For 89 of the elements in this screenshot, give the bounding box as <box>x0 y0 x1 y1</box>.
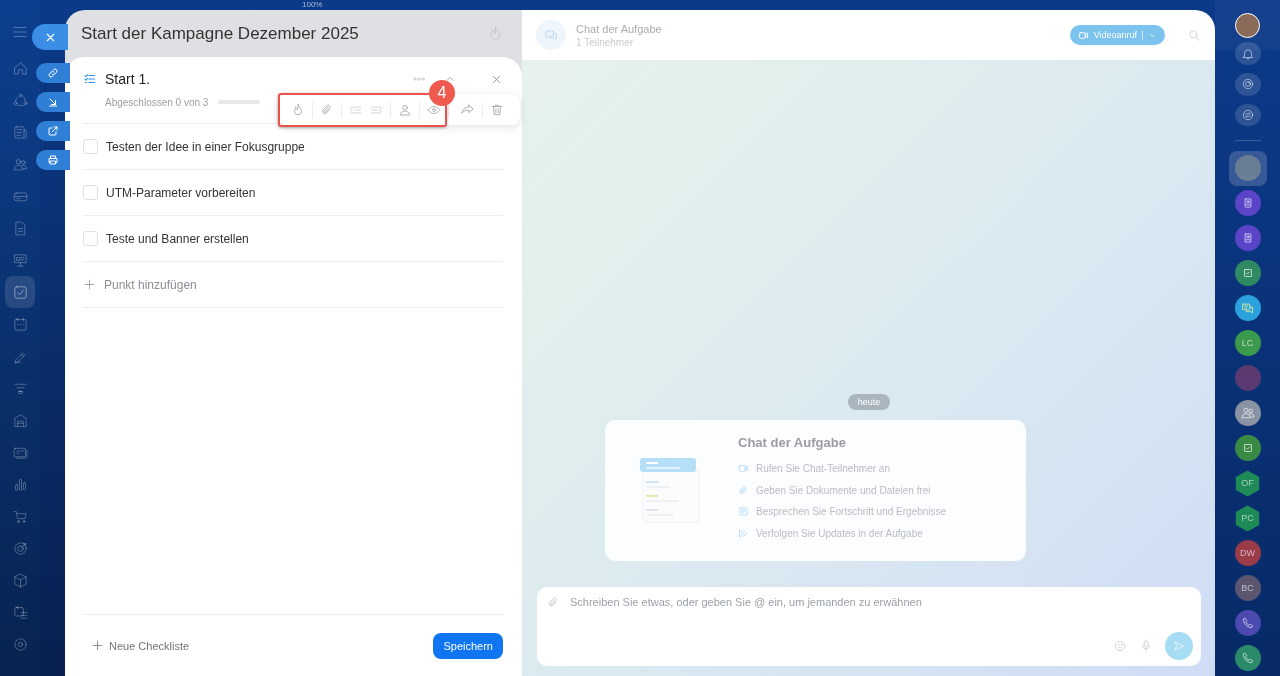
close-button[interactable] <box>32 24 68 50</box>
new-checklist-button[interactable]: Neue Checkliste <box>91 639 190 652</box>
add-item-link[interactable]: Punkt hinzufügen <box>104 277 197 292</box>
download-button[interactable] <box>36 92 70 112</box>
feature-text: Rufen Sie Chat-Teilnehmer an <box>756 463 890 475</box>
feature-text: Verfolgen Sie Updates in der Aufgabe <box>756 527 923 539</box>
chat-bubbles-icon <box>543 27 559 43</box>
link-icon <box>47 67 59 79</box>
video-call-button[interactable]: Videoanruf <box>1069 25 1165 45</box>
chat-avatar[interactable] <box>1234 295 1261 322</box>
task-checkbox-icon <box>11 283 29 301</box>
network-icon <box>11 91 29 109</box>
calendar-list-icon <box>11 603 29 621</box>
group-avatar[interactable] <box>1234 400 1261 427</box>
swap-icon[interactable] <box>1240 107 1255 122</box>
feature-text: Geben Sie Dokumente und Dateien frei <box>756 484 931 496</box>
checkbox[interactable] <box>83 231 98 246</box>
plus-icon <box>91 639 104 652</box>
double-chevron-icon <box>738 527 749 539</box>
paperclip-icon[interactable] <box>320 102 334 117</box>
warehouse-icon <box>11 411 29 429</box>
search-icon[interactable] <box>1187 28 1201 42</box>
phone-icon <box>1240 616 1255 631</box>
calendar-icon <box>11 315 29 333</box>
phone-icon <box>1240 651 1255 666</box>
settings-icon <box>11 635 29 653</box>
trash-icon[interactable] <box>490 102 504 117</box>
person-icon[interactable] <box>398 102 412 117</box>
checklist-item-text: Teste und Banner erstellen <box>106 231 249 246</box>
chat-avatar[interactable] <box>1234 190 1261 217</box>
initials-avatar[interactable]: PC <box>1234 505 1261 532</box>
initials-avatar[interactable]: OF <box>1234 470 1261 497</box>
note-icon <box>738 506 749 518</box>
home-icon <box>11 59 29 77</box>
open-external-button[interactable] <box>36 121 70 141</box>
box-icon <box>11 571 29 589</box>
newspaper-icon <box>11 123 29 141</box>
chat-list-item[interactable]: PC <box>1228 501 1267 536</box>
task-title: Start der Kampagne Dezember 2025 <box>81 23 359 44</box>
paperclip-icon <box>738 484 749 496</box>
initials-avatar[interactable]: DW <box>1234 540 1261 567</box>
microphone-icon[interactable] <box>1139 639 1153 653</box>
chat-list-item[interactable]: BC <box>1228 571 1267 606</box>
checklist-item-text: UTM-Parameter vorbereiten <box>106 185 256 200</box>
printer-icon <box>47 154 59 166</box>
feature-text: Besprechen Sie Fortschritt und Ergebnisse <box>756 506 947 518</box>
checklist-item-text: Testen der Idee in einer Fokusgruppe <box>106 139 305 154</box>
chat-list-item[interactable]: OF <box>1228 466 1267 501</box>
welcome-title: Chat der Aufgabe <box>738 435 847 450</box>
checkbox[interactable] <box>83 185 98 200</box>
link-button[interactable] <box>36 63 70 83</box>
chat-avatar[interactable] <box>1234 645 1261 672</box>
chat-avatar[interactable] <box>1234 260 1261 287</box>
zoom-label: 100% <box>302 0 323 9</box>
print-button[interactable] <box>36 150 70 170</box>
spiral-icon[interactable] <box>1240 77 1255 92</box>
target-icon <box>11 539 29 557</box>
chat-list-item[interactable]: LC <box>1228 326 1267 361</box>
step-badge: 4 <box>429 80 455 106</box>
chat-title: Chat der Aufgabe <box>576 22 663 35</box>
chat-list-item[interactable]: DW <box>1228 536 1267 571</box>
chat-avatar[interactable] <box>1234 610 1261 637</box>
video-camera-icon <box>738 463 749 475</box>
chat-avatar[interactable] <box>1234 435 1261 462</box>
send-icon <box>1172 639 1186 653</box>
progress-text: Abgeschlossen 0 von 3 <box>105 96 209 108</box>
plus-icon <box>83 278 96 291</box>
smiley-icon[interactable] <box>1113 639 1127 653</box>
external-link-icon <box>47 125 59 137</box>
video-camera-icon <box>1077 29 1089 41</box>
date-divider: heute <box>847 394 891 410</box>
checklist-title: Start 1. <box>105 71 152 87</box>
diagonal-arrow-icon <box>47 96 59 108</box>
flame-icon[interactable] <box>291 102 305 117</box>
share-arrow-icon[interactable] <box>460 102 475 117</box>
initials-avatar[interactable]: BC <box>1234 575 1261 602</box>
presentation-board-icon <box>11 251 29 269</box>
sidebar-item[interactable] <box>5 276 35 308</box>
save-button[interactable]: Speichern <box>433 632 503 659</box>
send-button[interactable] <box>1165 632 1193 660</box>
chat-avatar[interactable] <box>1234 225 1261 252</box>
chat-bubbles-icon <box>1240 301 1255 316</box>
message-input[interactable]: Schreiben Sie etwas, oder geben Sie @ ein, um jemanden zu erwähnen <box>568 595 1193 609</box>
bell-icon[interactable] <box>1240 46 1255 61</box>
checkbox[interactable] <box>83 139 98 154</box>
avatar-circle[interactable] <box>1235 12 1260 38</box>
initials-avatar[interactable]: LC <box>1234 330 1261 357</box>
paperclip-icon[interactable] <box>547 595 560 609</box>
checklist-icon <box>83 72 97 86</box>
